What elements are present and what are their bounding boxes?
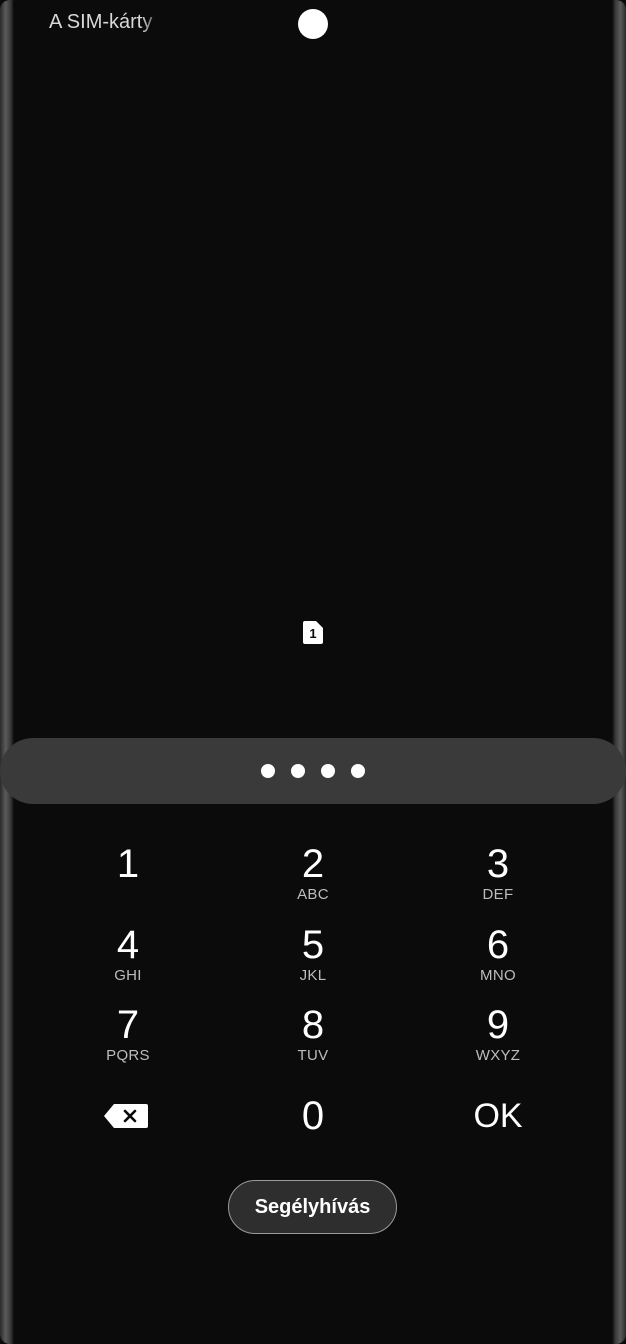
key-digit: 3 <box>486 842 510 886</box>
key-4[interactable]: 4 GHI <box>48 923 208 995</box>
sim-card-icon: 1 <box>303 621 323 644</box>
sim-status-text: A SIM-kárty <box>49 11 153 33</box>
emergency-call-button[interactable]: Segélyhívás <box>228 1180 397 1234</box>
key-digit: 2 <box>301 842 325 886</box>
pin-dots <box>0 738 626 804</box>
key-2[interactable]: 2 ABC <box>233 842 393 914</box>
sim-slot-number: 1 <box>309 626 316 641</box>
backspace-icon[interactable] <box>104 1104 148 1128</box>
key-letters: MNO <box>480 967 516 984</box>
key-letters: TUV <box>297 1047 329 1064</box>
key-letters: GHI <box>114 967 142 984</box>
ok-label: OK <box>473 1097 523 1135</box>
key-3[interactable]: 3 DEF <box>418 842 578 914</box>
pin-dot <box>321 764 335 778</box>
key-letters: WXYZ <box>475 1047 521 1064</box>
pin-dot <box>261 764 275 778</box>
key-digit: 1 <box>116 842 140 886</box>
key-1[interactable]: 1 <box>48 842 208 914</box>
key-digit: 9 <box>486 1003 510 1047</box>
key-letters: JKL <box>299 967 327 984</box>
pin-entry-field[interactable] <box>0 738 626 804</box>
emergency-call-label: Segélyhívás <box>254 1195 371 1218</box>
screen-edge-left <box>0 0 14 1344</box>
key-digit: 8 <box>301 1003 325 1047</box>
front-camera-cutout <box>298 9 328 39</box>
key-8[interactable]: 8 TUV <box>233 1003 393 1075</box>
pin-dot <box>291 764 305 778</box>
key-0[interactable]: 0 <box>233 1094 393 1166</box>
key-9[interactable]: 9 WXYZ <box>418 1003 578 1075</box>
key-letters: PQRS <box>106 1047 150 1064</box>
key-digit: 0 <box>301 1094 325 1138</box>
key-digit: 6 <box>486 923 510 967</box>
screen-edge-right <box>612 0 626 1344</box>
key-7[interactable]: 7 PQRS <box>48 1003 208 1075</box>
key-letters: ABC <box>297 886 329 903</box>
pin-dot <box>351 764 365 778</box>
key-digit: 5 <box>301 923 325 967</box>
key-digit: 4 <box>116 923 140 967</box>
key-digit: 7 <box>116 1003 140 1047</box>
key-6[interactable]: 6 MNO <box>418 923 578 995</box>
key-5[interactable]: 5 JKL <box>233 923 393 995</box>
key-letters: DEF <box>482 886 514 903</box>
ok-button[interactable]: OK <box>418 1094 578 1166</box>
